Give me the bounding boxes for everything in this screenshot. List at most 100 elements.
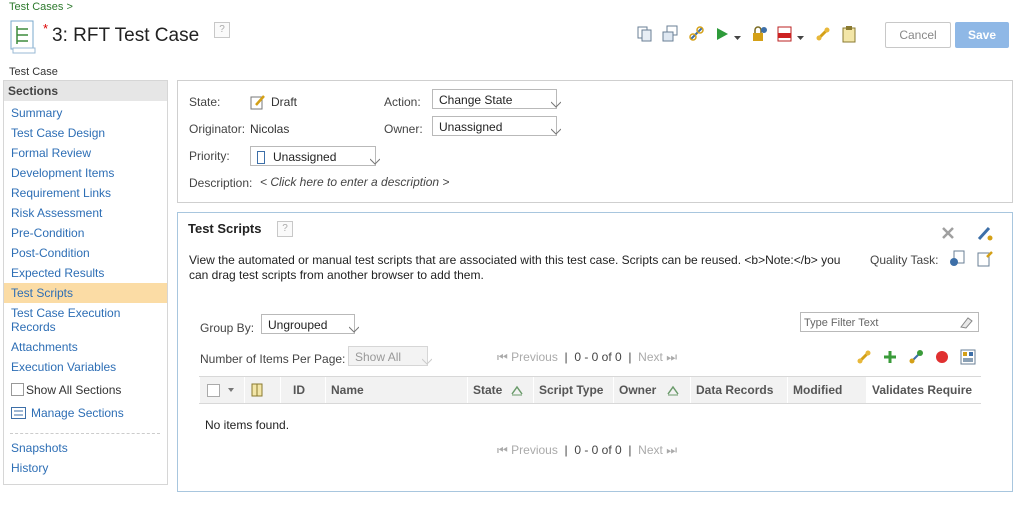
help-icon[interactable]: ? (277, 221, 293, 237)
quality-task-label: Quality Task: (870, 253, 939, 267)
test-scripts-description: View the automated or manual test script… (189, 253, 841, 282)
sidebar-item-test-scripts[interactable]: Test Scripts (11, 286, 73, 300)
quality-task-new-icon[interactable] (977, 250, 994, 270)
delete-icon[interactable] (935, 350, 949, 367)
select-all-column[interactable] (199, 377, 244, 403)
column-state-label: State (473, 383, 503, 397)
sidebar-item-pre-condition[interactable]: Pre-Condition (11, 226, 84, 240)
sidebar-item-development-items[interactable]: Development Items (11, 166, 114, 180)
breadcrumb[interactable]: Test Cases > (9, 1, 73, 13)
priority-select-value: Unassigned (273, 150, 337, 164)
sidebar-item-formal-review[interactable]: Formal Review (11, 146, 91, 160)
sidebar-item-requirement-links[interactable]: Requirement Links (11, 186, 111, 200)
priority-label: Priority: (189, 149, 230, 163)
empty-message: No items found. (205, 418, 290, 432)
copy-icon[interactable] (636, 25, 654, 43)
manage-sections-link[interactable]: Manage Sections (31, 406, 124, 420)
sidebar-item-risk-assessment[interactable]: Risk Assessment (11, 206, 102, 220)
cancel-button[interactable]: Cancel (885, 22, 951, 48)
last-page-icon[interactable]: ⏭︎ (666, 350, 677, 364)
sections-heading: Sections (4, 81, 167, 101)
next-page-link[interactable]: Next (638, 350, 663, 364)
sidebar-item-history[interactable]: History (11, 461, 48, 475)
column-modified[interactable]: Modified (787, 377, 866, 403)
priority-select[interactable]: Unassigned (250, 146, 381, 166)
filter-input[interactable]: Type Filter Text (800, 312, 979, 332)
priority-icon (257, 150, 265, 170)
description-field[interactable]: < Click here to enter a description > (260, 175, 449, 189)
quality-task-add-icon[interactable] (949, 250, 966, 270)
help-icon[interactable]: ? (214, 22, 230, 38)
link-icon[interactable] (688, 25, 706, 43)
column-owner-label: Owner (619, 383, 657, 397)
chain-link-icon[interactable] (814, 25, 832, 43)
originator-value: Nicolas (250, 122, 290, 136)
action-select[interactable]: Change State (432, 89, 562, 109)
sidebar-item-execution-variables[interactable]: Execution Variables (11, 360, 116, 374)
previous-page-link[interactable]: Previous (511, 443, 558, 457)
sidebar-item-attachments[interactable]: Attachments (11, 340, 78, 354)
column-name[interactable]: Name (325, 377, 467, 403)
column-owner[interactable]: Owner (613, 377, 690, 403)
sidebar-item-post-condition[interactable]: Post-Condition (11, 246, 90, 260)
edit-icon[interactable] (976, 224, 994, 245)
lock-icon[interactable] (750, 25, 768, 43)
last-page-icon[interactable]: ⏭︎ (666, 443, 677, 457)
column-validates-requirements[interactable]: Validates Require (866, 377, 981, 403)
previous-page-link[interactable]: Previous (511, 350, 558, 364)
first-page-icon[interactable]: ⏮︎ (497, 350, 508, 364)
grid-header: ID Name State Script Type Owner Data Rec… (199, 376, 981, 404)
new-script-icon[interactable] (908, 349, 924, 368)
sidebar-item-snapshots[interactable]: Snapshots (11, 441, 68, 455)
items-per-page-value: Show All (355, 350, 402, 364)
sidebar-item-expected-results[interactable]: Expected Results (11, 266, 104, 280)
test-case-icon (10, 20, 36, 54)
link-script-icon[interactable] (856, 349, 872, 368)
action-label: Action: (384, 95, 421, 109)
remove-icon[interactable] (941, 226, 955, 243)
column-data-records[interactable]: Data Records (690, 377, 787, 403)
pdf-dropdown-icon[interactable] (797, 31, 805, 45)
select-all-checkbox[interactable] (207, 384, 220, 397)
manage-sections-icon[interactable] (11, 407, 26, 422)
owner-label: Owner: (384, 122, 423, 136)
eraser-icon[interactable] (959, 316, 973, 336)
duplicate-icon[interactable] (662, 25, 680, 43)
first-page-icon[interactable]: ⏮︎ (497, 443, 508, 457)
run-dropdown-icon[interactable] (734, 31, 742, 45)
state-value: Draft (271, 95, 298, 109)
clipboard-icon[interactable] (840, 25, 858, 43)
group-by-value: Ungrouped (268, 318, 328, 332)
action-select-value: Change State (439, 93, 513, 107)
description-label: Description: (189, 176, 253, 190)
show-all-sections-label[interactable]: Show All Sections (26, 383, 121, 397)
draft-state-icon (250, 94, 266, 113)
sidebar-item-test-case-design[interactable]: Test Case Design (11, 126, 105, 140)
sort-icon[interactable] (510, 377, 524, 403)
save-button[interactable]: Save (955, 22, 1009, 48)
script-type-column-icon[interactable] (244, 377, 280, 403)
pager-separator: | (564, 350, 568, 364)
pager-count: 0 - 0 of 0 (574, 443, 622, 457)
run-icon[interactable] (714, 25, 732, 43)
sidebar-item-test-case-execution-records[interactable]: Test Case Execution Records (11, 306, 161, 334)
pdf-icon[interactable] (776, 25, 794, 43)
column-id[interactable]: ID (280, 377, 325, 403)
next-page-link[interactable]: Next (638, 443, 663, 457)
column-state[interactable]: State (467, 377, 533, 403)
owner-select[interactable]: Unassigned (432, 116, 562, 136)
sidebar-item-summary[interactable]: Summary (11, 106, 62, 120)
show-all-sections-checkbox[interactable] (11, 383, 24, 396)
add-icon[interactable] (882, 349, 898, 368)
select-menu-chevron-icon[interactable] (228, 377, 235, 403)
group-by-select[interactable]: Ungrouped (261, 314, 360, 334)
owner-select-value: Unassigned (439, 120, 503, 134)
sort-icon[interactable] (666, 377, 680, 403)
pager-separator: | (628, 443, 632, 457)
columns-icon[interactable] (960, 349, 976, 368)
column-script-type[interactable]: Script Type (533, 377, 613, 403)
filter-placeholder: Type Filter Text (804, 317, 879, 329)
items-per-page-select[interactable]: Show All (348, 346, 433, 366)
pager-bottom: ⏮︎ Previous | 0 - 0 of 0 | Next ⏭︎ (497, 443, 677, 458)
item-type-label: Test Case (9, 66, 58, 78)
